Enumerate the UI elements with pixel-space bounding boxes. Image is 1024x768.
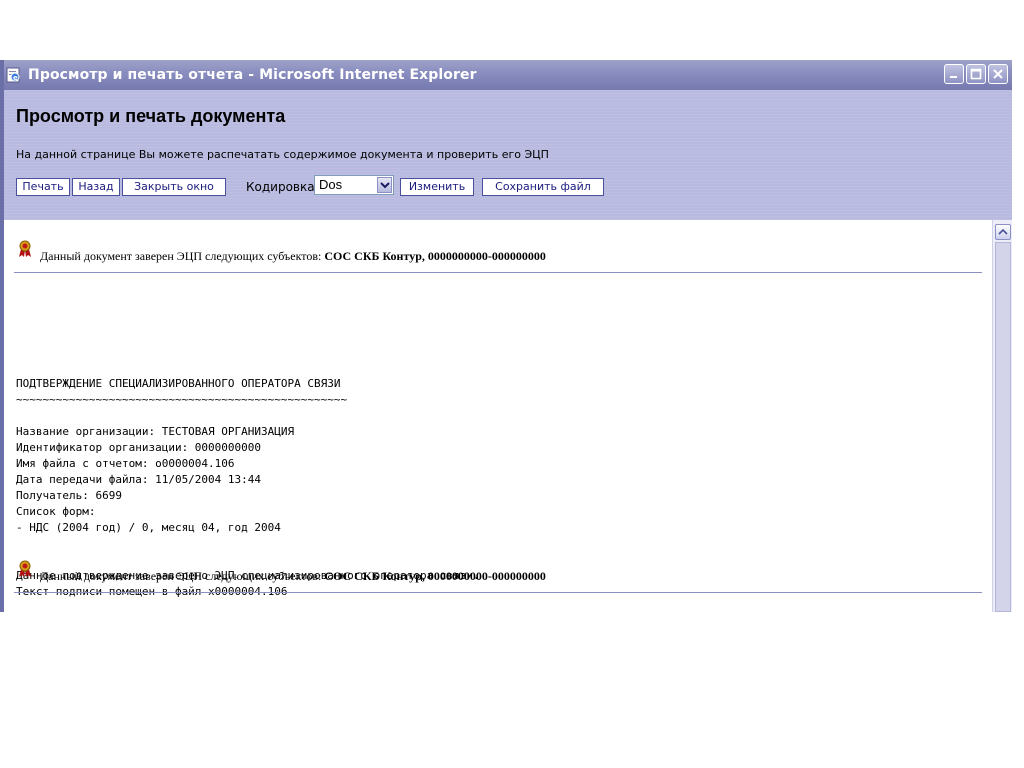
internet-explorer-icon: e — [6, 67, 22, 83]
field-organization-id: Идентификатор организации: 0000000000 — [16, 441, 262, 454]
change-encoding-button[interactable]: Изменить — [400, 178, 474, 196]
print-button[interactable]: Печать — [16, 178, 70, 196]
divider — [14, 272, 982, 273]
document-heading-underline: ~~~~~~~~~~~~~~~~~~~~~~~~~~~~~~~~~~~~~~~~… — [16, 393, 348, 406]
chevron-down-icon[interactable] — [377, 177, 392, 193]
signature-notice-bottom: Данный документ заверен ЭЦП следующих су… — [18, 560, 986, 584]
ribbon-award-icon — [18, 560, 32, 578]
signature-text: Данный документ заверен ЭЦП следующих су… — [40, 249, 546, 264]
encoding-selected-value: Dos — [319, 177, 343, 192]
encoding-select[interactable]: Dos — [314, 175, 394, 195]
vertical-scrollbar[interactable] — [992, 220, 1012, 612]
scroll-up-button[interactable] — [995, 224, 1011, 240]
signature-prefix: Данный документ заверен ЭЦП следующих су… — [40, 569, 325, 583]
field-forms-list-item: - НДС (2004 год) / 0, месяц 04, год 2004 — [16, 521, 281, 534]
document-content: Данный документ заверен ЭЦП следующих су… — [4, 220, 992, 612]
title-bar[interactable]: e Просмотр и печать отчета - Microsoft I… — [4, 60, 1012, 90]
signature-prefix: Данный документ заверен ЭЦП следующих су… — [40, 249, 325, 263]
save-file-button[interactable]: Сохранить файл — [482, 178, 604, 196]
signature-subject: СОС СКБ Контур, 0000000000-000000000 — [324, 569, 546, 583]
encoding-label: Кодировка: — [246, 180, 319, 194]
page-title: Просмотр и печать документа — [16, 106, 286, 126]
page-description: На данной странице Вы можете распечатать… — [16, 148, 549, 161]
back-button[interactable]: Назад — [72, 178, 120, 196]
signature-text: Данный документ заверен ЭЦП следующих су… — [40, 569, 546, 584]
browser-window: e Просмотр и печать отчета - Microsoft I… — [0, 60, 1012, 612]
header-panel: Просмотр и печать документа На данной ст… — [4, 90, 1012, 220]
scrollbar-track[interactable] — [995, 242, 1011, 612]
field-recipient: Получатель: 6699 — [16, 489, 122, 502]
maximize-button[interactable] — [966, 64, 986, 84]
signature-notice-top: Данный документ заверен ЭЦП следующих су… — [18, 240, 986, 264]
close-window-button[interactable]: Закрыть окно — [122, 178, 226, 196]
minimize-button[interactable] — [944, 64, 964, 84]
field-report-filename: Имя файла с отчетом: о0000004.106 — [16, 457, 235, 470]
divider — [14, 592, 982, 593]
close-button[interactable] — [988, 64, 1008, 84]
field-transfer-date: Дата передачи файла: 11/05/2004 13:44 — [16, 473, 262, 486]
ribbon-award-icon — [18, 240, 32, 258]
svg-text:e: e — [13, 74, 18, 82]
document-heading: ПОДТВЕРЖДЕНИЕ СПЕЦИАЛИЗИРОВАННОГО ОПЕРАТ… — [16, 377, 341, 390]
window-title: Просмотр и печать отчета - Microsoft Int… — [28, 67, 477, 83]
field-forms-list-label: Список форм: — [16, 505, 96, 518]
signature-subject: СОС СКБ Контур, 0000000000-000000000 — [324, 249, 546, 263]
field-organization-name: Название организации: ТЕСТОВАЯ ОРГАНИЗАЦ… — [16, 425, 295, 438]
